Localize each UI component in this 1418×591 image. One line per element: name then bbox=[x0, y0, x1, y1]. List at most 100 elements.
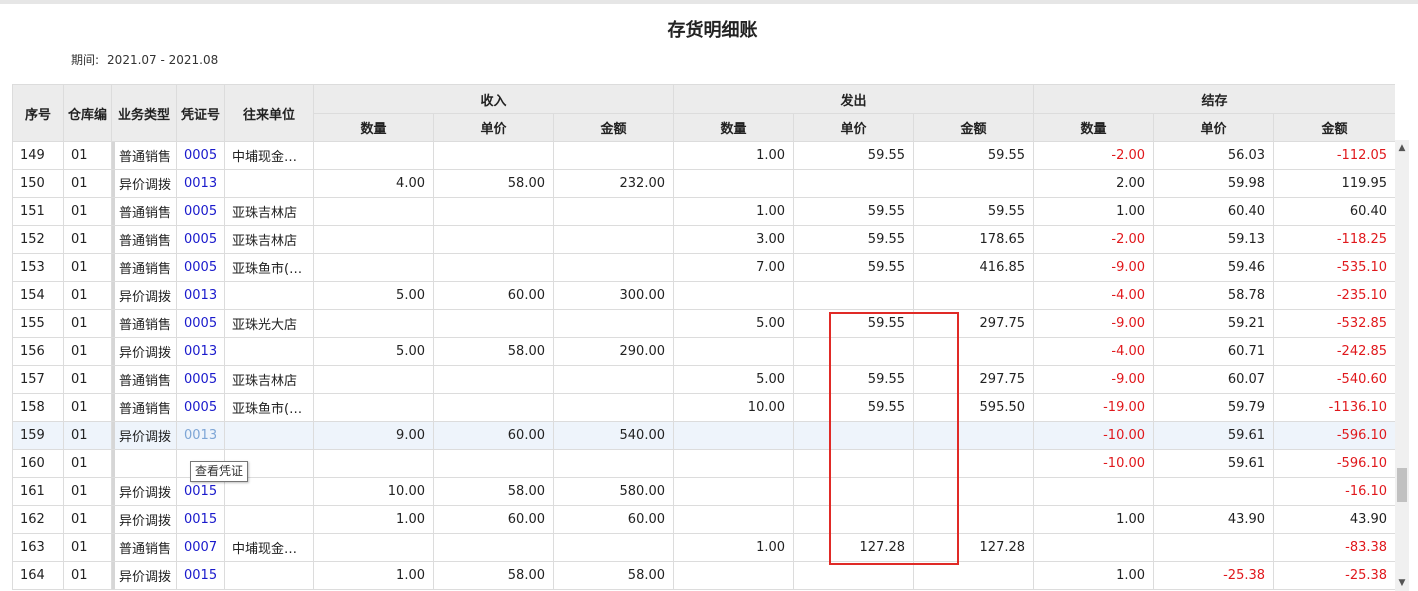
table-row[interactable]: 159 01 异价调拨 0013 9.00 60.00 540.00 -10.00 59.61-… bbox=[12, 421, 1395, 450]
table-row[interactable]: 163 01 普通销售 0007 中埔现金… 1.00 127.28 127.28 -83.38 bbox=[12, 533, 1395, 562]
cell-balance-price: 56.03 bbox=[1153, 141, 1275, 170]
scroll-down-arrow-icon[interactable]: ▼ bbox=[1395, 576, 1409, 591]
cell-income-qty bbox=[313, 533, 434, 562]
cell-voucher-number[interactable]: 0005 bbox=[176, 141, 225, 170]
header-income-price[interactable]: 单价 bbox=[433, 113, 554, 142]
vertical-scrollbar[interactable]: ▲ ▼ bbox=[1395, 140, 1409, 591]
cell-row-index: 154 bbox=[12, 281, 64, 310]
scroll-thumb[interactable] bbox=[1397, 468, 1407, 502]
header-voucher[interactable]: 凭证号 bbox=[176, 84, 225, 142]
cell-voucher-number[interactable]: 0013 bbox=[176, 337, 225, 366]
cell-income-price: 58.00 bbox=[433, 337, 554, 366]
cell-voucher-number[interactable]: 0015 bbox=[176, 561, 225, 590]
table-row[interactable]: 164 01 异价调拨 0015 1.00 58.00 58.00 1.00 -25.38 -25… bbox=[12, 561, 1395, 590]
cell-issue-qty: 1.00 bbox=[673, 197, 795, 226]
table-row[interactable]: 150 01 异价调拨 0013 4.00 58.00 232.00 2.00 59.98 119… bbox=[12, 169, 1395, 198]
cell-warehouse-code: 01 bbox=[63, 449, 112, 478]
cell-income-amount: 232.00 bbox=[552, 169, 675, 198]
cell-income-amount: 60.00 bbox=[552, 505, 675, 534]
cell-income-amount bbox=[552, 365, 675, 394]
cell-row-index: 155 bbox=[12, 309, 64, 338]
table-row[interactable]: 162 01 异价调拨 0015 1.00 60.00 60.00 1.00 43.90 43.9… bbox=[12, 505, 1395, 534]
cell-row-index: 164 bbox=[12, 561, 64, 590]
cell-voucher-number[interactable]: 0013 bbox=[176, 169, 225, 198]
cell-balance-amount: -16.10 bbox=[1273, 477, 1395, 506]
cell-income-price bbox=[433, 141, 554, 170]
cell-voucher-number[interactable]: 0013 bbox=[176, 421, 225, 450]
header-issue-price[interactable]: 单价 bbox=[793, 113, 915, 142]
cell-voucher-number[interactable]: 0005 bbox=[176, 225, 225, 254]
header-issue-amount[interactable]: 金额 bbox=[913, 113, 1035, 142]
header-income-amount[interactable]: 金额 bbox=[552, 113, 675, 142]
cell-balance-amount: -25.38 bbox=[1273, 561, 1395, 590]
cell-income-price bbox=[433, 253, 554, 282]
cell-balance-qty bbox=[1033, 477, 1155, 506]
cell-voucher-number[interactable]: 0005 bbox=[176, 197, 225, 226]
cell-income-amount bbox=[552, 225, 675, 254]
table-row[interactable]: 153 01 普通销售 0005 亚珠鱼市(… 7.00 59.55 416.85 -9.00 5… bbox=[12, 253, 1395, 282]
header-balance-qty[interactable]: 数量 bbox=[1033, 113, 1155, 142]
cell-balance-qty: -9.00 bbox=[1033, 309, 1155, 338]
cell-voucher-number[interactable]: 0005 bbox=[176, 365, 225, 394]
header-balance-price[interactable]: 单价 bbox=[1153, 113, 1275, 142]
cell-issue-price bbox=[793, 281, 915, 310]
cell-row-index: 150 bbox=[12, 169, 64, 198]
cell-warehouse-code: 01 bbox=[63, 225, 112, 254]
header-index[interactable]: 序号 bbox=[12, 84, 64, 142]
cell-voucher-number[interactable]: 0013 bbox=[176, 281, 225, 310]
table-row[interactable]: 158 01 普通销售 0005 亚珠鱼市(… 10.00 59.55 595.50 -19.0… bbox=[12, 393, 1395, 422]
cell-partner: 亚珠光大店 bbox=[224, 309, 314, 338]
cell-row-index: 153 bbox=[12, 253, 64, 282]
cell-balance-amount: 43.90 bbox=[1273, 505, 1395, 534]
cell-issue-price bbox=[793, 169, 915, 198]
cell-voucher-number[interactable]: 0005 bbox=[176, 393, 225, 422]
cell-income-qty: 5.00 bbox=[313, 281, 434, 310]
cell-income-price: 60.00 bbox=[433, 505, 554, 534]
cell-issue-qty bbox=[673, 281, 795, 310]
cell-issue-qty: 5.00 bbox=[673, 309, 795, 338]
cell-income-price bbox=[433, 393, 554, 422]
table-row[interactable]: 152 01 普通销售 0005 亚珠吉林店 3.00 59.55 178.65 -2.00 59… bbox=[12, 225, 1395, 254]
cell-issue-qty: 7.00 bbox=[673, 253, 795, 282]
cell-business-type: 异价调拨 bbox=[111, 505, 177, 534]
cell-balance-price: 59.21 bbox=[1153, 309, 1275, 338]
cell-balance-qty: -10.00 bbox=[1033, 449, 1155, 478]
cell-balance-qty: -19.00 bbox=[1033, 393, 1155, 422]
cell-income-qty bbox=[313, 197, 434, 226]
cell-row-index: 151 bbox=[12, 197, 64, 226]
header-partner[interactable]: 往来单位 bbox=[224, 84, 314, 142]
cell-warehouse-code: 01 bbox=[63, 197, 112, 226]
table-row[interactable]: 154 01 异价调拨 0013 5.00 60.00 300.00 -4.00 58.78 -2… bbox=[12, 281, 1395, 310]
table-row[interactable]: 155 01 普通销售 0005 亚珠光大店 5.00 59.55 297.75 -9.00 59… bbox=[12, 309, 1395, 338]
cell-issue-qty bbox=[673, 561, 795, 590]
cell-warehouse-code: 01 bbox=[63, 309, 112, 338]
cell-voucher-number[interactable]: 0005 bbox=[176, 309, 225, 338]
cell-income-qty: 4.00 bbox=[313, 169, 434, 198]
header-business-type[interactable]: 业务类型 bbox=[111, 84, 177, 142]
header-group-income: 收入 bbox=[312, 84, 675, 114]
table-row[interactable]: 151 01 普通销售 0005 亚珠吉林店 1.00 59.55 59.55 1.00 60.4… bbox=[12, 197, 1395, 226]
cell-voucher-number[interactable]: 0005 bbox=[176, 253, 225, 282]
table-row[interactable]: 157 01 普通销售 0005 亚珠吉林店 5.00 59.55 297.75 -9.00 60… bbox=[12, 365, 1395, 394]
cell-income-price: 58.00 bbox=[433, 477, 554, 506]
header-balance-amount[interactable]: 金额 bbox=[1273, 113, 1395, 142]
cell-voucher-number[interactable]: 0007 bbox=[176, 533, 225, 562]
cell-income-amount: 300.00 bbox=[552, 281, 675, 310]
cell-warehouse-code: 01 bbox=[63, 365, 112, 394]
table-row[interactable]: 149 01 普通销售 0005 中埔现金… 1.00 59.55 59.55 -2.00 56.… bbox=[12, 141, 1395, 170]
cell-income-qty: 1.00 bbox=[313, 505, 434, 534]
cell-balance-price: 59.46 bbox=[1153, 253, 1275, 282]
cell-partner: 亚珠鱼市(… bbox=[224, 393, 314, 422]
scroll-up-arrow-icon[interactable]: ▲ bbox=[1395, 140, 1409, 156]
header-issue-qty[interactable]: 数量 bbox=[673, 113, 795, 142]
header-warehouse[interactable]: 仓库编 bbox=[63, 84, 112, 142]
cell-balance-qty: -4.00 bbox=[1033, 337, 1155, 366]
header-income-qty[interactable]: 数量 bbox=[313, 113, 434, 142]
cell-issue-amount: 178.65 bbox=[913, 225, 1035, 254]
cell-balance-qty: 1.00 bbox=[1033, 561, 1155, 590]
cell-warehouse-code: 01 bbox=[63, 393, 112, 422]
cell-voucher-number[interactable]: 0015 bbox=[176, 505, 225, 534]
table-row[interactable]: 156 01 异价调拨 0013 5.00 58.00 290.00 -4.00 60.71 -2… bbox=[12, 337, 1395, 366]
cell-issue-qty: 10.00 bbox=[673, 393, 795, 422]
cell-balance-amount: -235.10 bbox=[1273, 281, 1395, 310]
